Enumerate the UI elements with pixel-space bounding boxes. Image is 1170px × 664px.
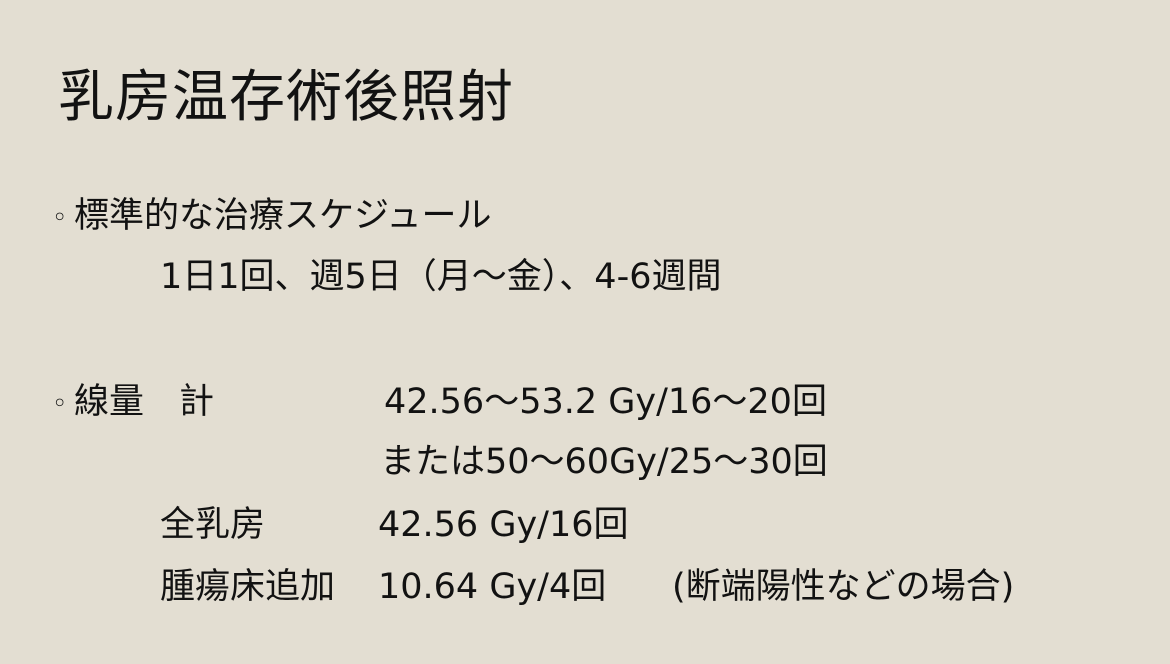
schedule-detail: 1日1回、週5日（月～金）、4-6週間 [160, 257, 722, 297]
boost-label: 腫瘍床追加 [160, 567, 336, 607]
slide-title: 乳房温存術後照射 [58, 65, 514, 130]
bullet-icon: ◦ [52, 203, 68, 233]
dose-total-alternative: または50～60Gy/25～30回 [380, 442, 828, 482]
whole-breast-label: 全乳房 [160, 505, 266, 545]
boost-note: (断端陽性などの場合) [672, 567, 1015, 607]
boost-value: 10.64 Gy/4回 [378, 567, 607, 607]
dose-label: 線量 計 [74, 382, 215, 422]
schedule-heading: 標準的な治療スケジュール [74, 196, 492, 236]
bullet-icon: ◦ [52, 389, 68, 419]
dose-total-primary: 42.56～53.2 Gy/16～20回 [384, 382, 827, 422]
whole-breast-value: 42.56 Gy/16回 [378, 505, 629, 545]
